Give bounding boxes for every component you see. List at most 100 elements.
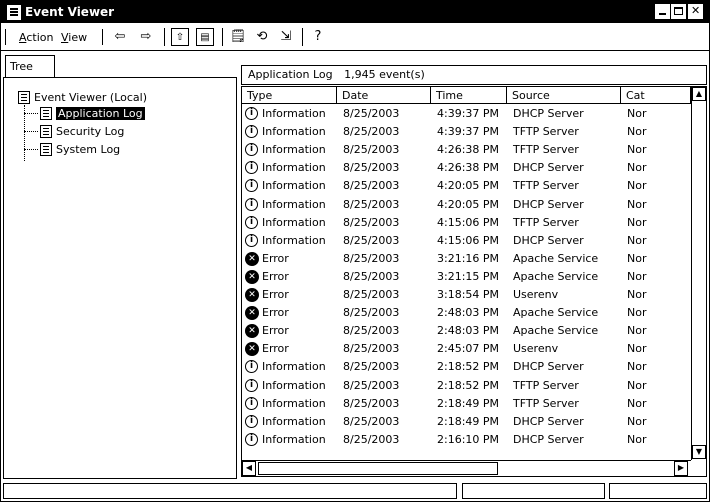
event-row[interactable]: ✕ Error 8/25/2003 2:48:03 PM Apache Service N… (242, 304, 691, 322)
event-source: DHCP Server (513, 360, 584, 374)
event-row[interactable]: ✕ Error 8/25/2003 3:21:16 PM Apache Service N… (242, 250, 691, 268)
menu-grip[interactable] (5, 29, 6, 45)
event-row[interactable]: i Information 8/25/2003 2:16:10 PM DHCP Serv… (242, 431, 691, 449)
event-type: Information (262, 125, 326, 139)
column-header-category[interactable]: Cat (621, 87, 691, 104)
event-row[interactable]: i Information 8/25/2003 2:18:49 PM TFTP Serv… (242, 395, 691, 413)
event-type: Information (262, 414, 326, 428)
show-hide-tree-icon[interactable]: ▤ (196, 28, 214, 46)
event-category: Nor (627, 125, 647, 139)
horizontal-scroll-thumb[interactable] (258, 462, 498, 475)
forward-arrow-icon[interactable]: ⇨ (137, 28, 155, 46)
menu-action[interactable]: Action (19, 31, 53, 44)
tree-connector (24, 131, 38, 132)
event-date: 8/25/2003 (343, 360, 400, 374)
event-row[interactable]: i Information 8/25/2003 2:18:52 PM TFTP Serv… (242, 377, 691, 395)
column-header-source[interactable]: Source (507, 87, 621, 104)
scroll-right-button[interactable]: ▶ (674, 461, 688, 476)
event-category: Nor (627, 251, 647, 265)
back-arrow-icon[interactable]: ⇦ (111, 28, 129, 46)
vertical-scrollbar[interactable]: ▲ ▼ (691, 87, 706, 460)
event-type: Information (262, 215, 326, 229)
event-time: 2:18:52 PM (437, 378, 500, 392)
event-category: Nor (627, 269, 647, 283)
toolbar-separator (222, 28, 223, 46)
event-row[interactable]: i Information 8/25/2003 2:18:49 PM DHCP Serv… (242, 413, 691, 431)
tree-item-security-log[interactable]: Security Log (56, 124, 124, 140)
error-icon: ✕ (245, 324, 259, 339)
event-date: 8/25/2003 (343, 125, 400, 139)
refresh-icon[interactable]: ⟲ (253, 28, 271, 46)
title-bar[interactable]: Event Viewer (1, 1, 709, 23)
tree-root-event-viewer[interactable]: Event Viewer (Local) (34, 90, 147, 106)
minimize-button[interactable] (655, 4, 670, 19)
tree-item-system-log[interactable]: System Log (56, 142, 120, 158)
event-category: Nor (627, 396, 647, 410)
menu-toolbar: Action View ⇦ ⇨ ⇧ ▤ 🗒 ⟲ ⇲ ? (1, 24, 709, 51)
scroll-left-button[interactable]: ◀ (242, 461, 256, 476)
event-time: 2:16:10 PM (437, 432, 500, 446)
event-viewer-window: Event Viewer Action View ⇦ ⇨ ⇧ ▤ 🗒 ⟲ ⇲ ?… (0, 0, 710, 502)
event-category: Nor (627, 432, 647, 446)
event-row[interactable]: ✕ Error 8/25/2003 2:45:07 PM Userenv Nor (242, 340, 691, 358)
event-date: 8/25/2003 (343, 197, 400, 211)
event-time: 2:45:07 PM (437, 342, 500, 356)
information-icon: i (245, 378, 258, 392)
event-date: 8/25/2003 (343, 107, 400, 120)
event-row[interactable]: ✕ Error 8/25/2003 2:48:03 PM Apache Service N… (242, 322, 691, 340)
column-header-type[interactable]: Type (242, 87, 337, 104)
event-source: DHCP Server (513, 414, 584, 428)
event-viewer-app-icon[interactable] (7, 5, 21, 20)
event-source: DHCP Server (513, 197, 584, 211)
event-category: Nor (627, 414, 647, 428)
event-time: 2:48:03 PM (437, 324, 500, 338)
event-source: DHCP Server (513, 233, 584, 247)
event-category: Nor (627, 233, 647, 247)
event-source: Apache Service (513, 251, 599, 265)
export-list-icon[interactable]: ⇲ (277, 28, 295, 46)
event-source: DHCP Server (513, 107, 584, 120)
error-icon: ✕ (245, 251, 259, 266)
event-row[interactable]: ✕ Error 8/25/2003 3:21:15 PM Apache Service N… (242, 268, 691, 286)
event-type: Information (262, 143, 326, 157)
event-row[interactable]: i Information 8/25/2003 4:15:06 PM DHCP Serv… (242, 232, 691, 250)
tree-item-application-log[interactable]: Application Log (56, 106, 145, 122)
event-time: 4:15:06 PM (437, 215, 500, 229)
event-type: Information (262, 378, 326, 392)
event-row[interactable]: i Information 8/25/2003 4:26:38 PM TFTP Serv… (242, 141, 691, 159)
horizontal-scrollbar[interactable]: ◀ ▶ (242, 460, 691, 476)
maximize-button[interactable] (671, 4, 686, 19)
event-date: 8/25/2003 (343, 179, 400, 193)
event-row[interactable]: i Information 8/25/2003 4:26:38 PM DHCP Serv… (242, 159, 691, 177)
event-row[interactable]: i Information 8/25/2003 4:20:05 PM TFTP Serv… (242, 177, 691, 195)
event-row[interactable]: i Information 8/25/2003 4:15:06 PM TFTP Serv… (242, 214, 691, 232)
up-folder-icon[interactable]: ⇧ (171, 28, 189, 46)
information-icon: i (245, 107, 258, 120)
event-source: Userenv (513, 342, 559, 356)
event-category: Nor (627, 197, 647, 211)
event-source: TFTP Server (513, 179, 579, 193)
menu-view[interactable]: View (61, 31, 87, 44)
event-time: 3:21:16 PM (437, 251, 500, 265)
scroll-up-button[interactable]: ▲ (692, 87, 706, 101)
event-type: Information (262, 107, 326, 120)
error-icon: ✕ (245, 288, 259, 302)
event-row[interactable]: ✕ Error 8/25/2003 3:18:54 PM Userenv Nor (242, 286, 691, 304)
event-row[interactable]: i Information 8/25/2003 2:18:52 PM DHCP Serv… (242, 358, 691, 376)
toolbar-grip[interactable] (102, 29, 103, 45)
event-type: Information (262, 161, 326, 175)
scroll-down-button[interactable]: ▼ (692, 445, 706, 459)
event-row[interactable]: i Information 8/25/2003 4:39:37 PM TFTP Serv… (242, 123, 691, 141)
properties-icon[interactable]: 🗒 (229, 28, 247, 46)
event-date: 8/25/2003 (343, 251, 400, 265)
event-row[interactable]: i Information 8/25/2003 4:20:05 PM DHCP Serv… (242, 196, 691, 214)
column-header-time[interactable]: Time (431, 87, 507, 104)
column-header-date[interactable]: Date (337, 87, 431, 104)
event-type: Error (262, 251, 289, 265)
close-button[interactable] (688, 4, 703, 19)
event-source: DHCP Server (513, 161, 584, 175)
security-log-icon (40, 125, 52, 138)
tab-tree[interactable]: Tree (5, 55, 55, 77)
event-row[interactable]: i Information 8/25/2003 4:39:37 PM DHCP Serv… (242, 105, 691, 123)
help-icon[interactable]: ? (309, 28, 327, 46)
